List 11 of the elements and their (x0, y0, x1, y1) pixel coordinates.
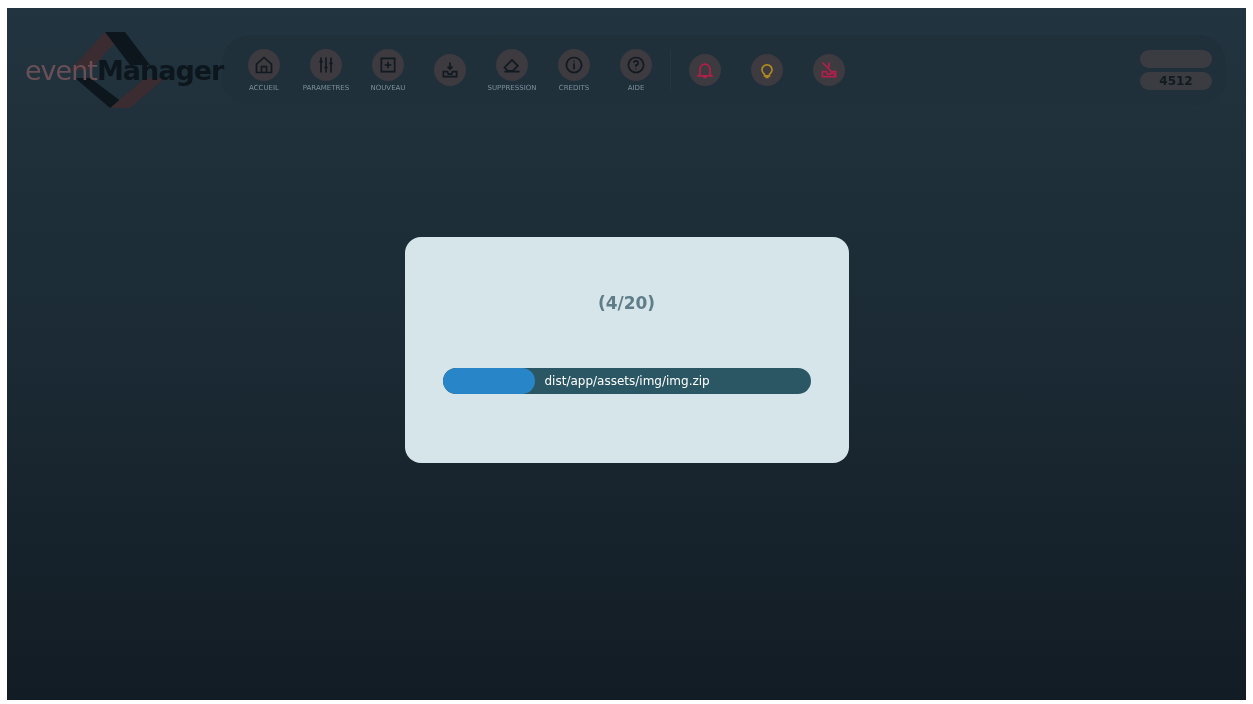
progress-step-text: (4/20) (597, 293, 656, 313)
toolbar-button[interactable] (689, 54, 721, 86)
file-path: dist/app/assets/img/img.zip (544, 374, 710, 388)
help-icon (626, 54, 646, 75)
user-pill (1140, 50, 1212, 68)
logo-text: eventManager (25, 54, 224, 86)
home-icon (254, 54, 274, 75)
toolbar-button[interactable] (751, 54, 783, 86)
tray-icon (440, 60, 460, 80)
toolbar-button[interactable] (813, 54, 845, 86)
info-icon (564, 54, 584, 75)
